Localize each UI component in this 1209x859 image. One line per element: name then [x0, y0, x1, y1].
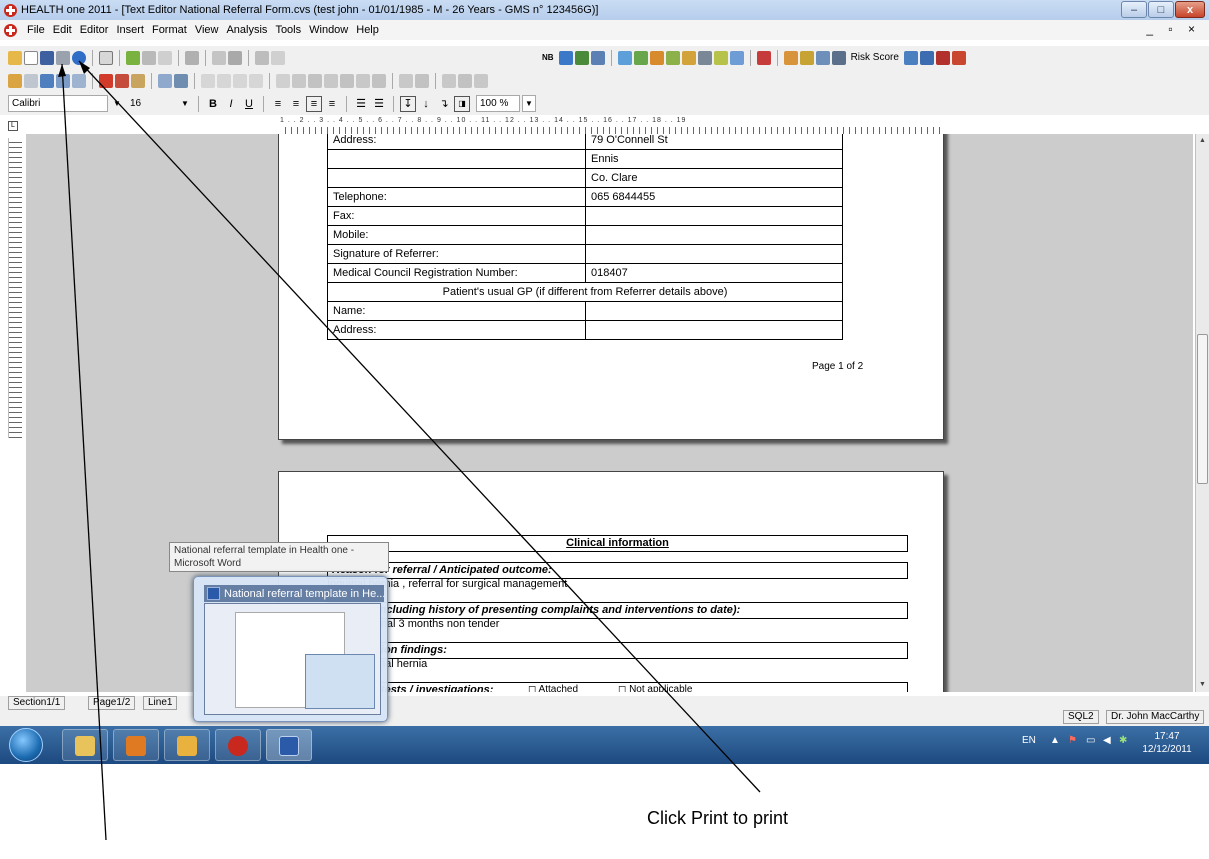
save-arrow-head: [58, 64, 66, 77]
save-arrow-line: [61, 63, 107, 841]
annotation-arrows: [58, 60, 761, 841]
print-arrow-head: [79, 61, 90, 74]
print-arrow-line: [78, 60, 761, 793]
